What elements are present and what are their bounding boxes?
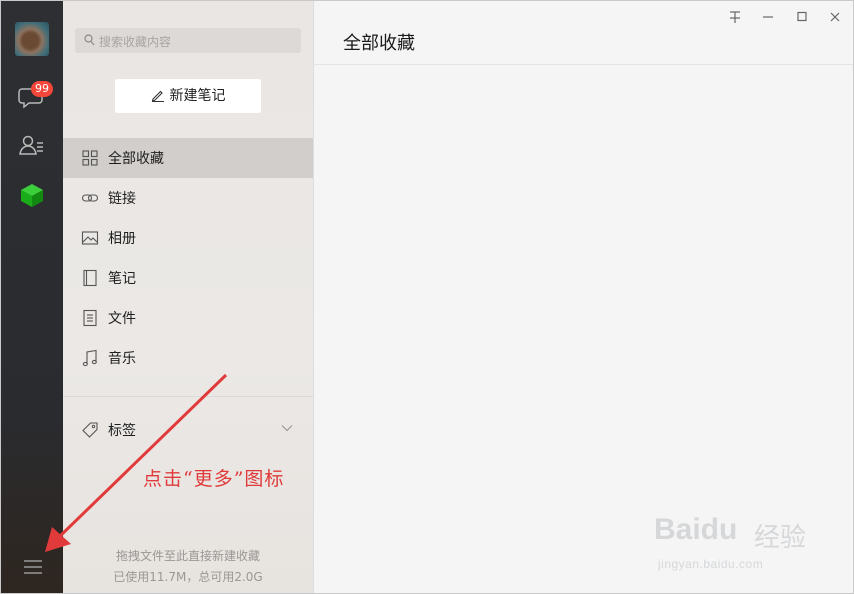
baidu-jingyan-watermark: Baidu 经验 jingyan.baidu.com <box>654 505 814 581</box>
page-title: 全部收藏 <box>343 33 415 54</box>
tags-section[interactable]: 标签 <box>63 410 313 450</box>
nav-item-album[interactable]: 相册 <box>63 218 313 258</box>
left-nav-rail: 99 <box>1 1 63 593</box>
nav-label: 链接 <box>108 191 136 207</box>
favorites-sidebar: 搜索收藏内容 新建笔记 全部收藏 链接 相册 笔记 文件 音乐 标签 拖拽文件至… <box>63 1 314 593</box>
new-note-label: 新建笔记 <box>169 88 226 104</box>
nav-label: 音乐 <box>108 351 136 367</box>
wechat-favorites-window: 99 搜索收藏内容 新建笔记 全部收藏 链接 相册 笔记 文件 音乐 标签 拖拽… <box>0 0 854 594</box>
divider <box>63 396 313 397</box>
nav-item-music[interactable]: 音乐 <box>63 338 313 378</box>
drag-hint: 拖拽文件至此直接新建收藏 <box>115 549 260 563</box>
nav-item-links[interactable]: 链接 <box>63 178 313 218</box>
nav-item-notes[interactable]: 笔记 <box>63 258 313 298</box>
storage-usage: 已使用11.7M，总可用2.0G <box>113 570 263 584</box>
link-icon <box>81 194 99 202</box>
annotation-text: 点击“更多”图标 <box>143 468 285 490</box>
nav-label: 相册 <box>108 231 136 247</box>
pin-icon[interactable] <box>727 9 743 25</box>
tags-label: 标签 <box>108 423 136 439</box>
maximize-icon[interactable] <box>794 9 810 25</box>
watermark-brand: Baidu <box>654 513 738 546</box>
image-icon <box>81 231 99 245</box>
unread-badge: 99 <box>31 81 53 97</box>
search-box[interactable]: 搜索收藏内容 <box>75 28 301 53</box>
tag-icon <box>82 422 98 438</box>
nav-item-files[interactable]: 文件 <box>63 298 313 338</box>
search-placeholder[interactable]: 搜索收藏内容 <box>99 33 171 50</box>
pencil-icon <box>151 90 164 102</box>
watermark-brand2: 经验 <box>754 522 807 552</box>
category-list: 全部收藏 链接 相册 笔记 文件 音乐 <box>63 138 313 378</box>
close-icon[interactable] <box>827 9 843 25</box>
grid-icon <box>82 150 98 166</box>
favorites-cube-icon[interactable] <box>18 181 46 209</box>
nav-item-all-favorites[interactable]: 全部收藏 <box>63 138 313 178</box>
chevron-down-icon[interactable] <box>281 424 293 432</box>
divider <box>314 64 853 65</box>
nav-label: 文件 <box>108 311 136 327</box>
avatar[interactable] <box>15 22 49 56</box>
contacts-icon[interactable] <box>18 132 46 160</box>
more-menu-icon[interactable] <box>23 559 43 575</box>
music-icon <box>82 349 97 367</box>
search-icon <box>84 34 95 46</box>
watermark-url: jingyan.baidu.com <box>658 557 764 571</box>
new-note-button[interactable]: 新建笔记 <box>115 79 261 113</box>
nav-label: 笔记 <box>108 271 136 287</box>
notebook-icon <box>83 269 97 287</box>
nav-label: 全部收藏 <box>108 151 164 167</box>
file-icon <box>83 309 97 327</box>
minimize-icon[interactable] <box>760 9 776 25</box>
